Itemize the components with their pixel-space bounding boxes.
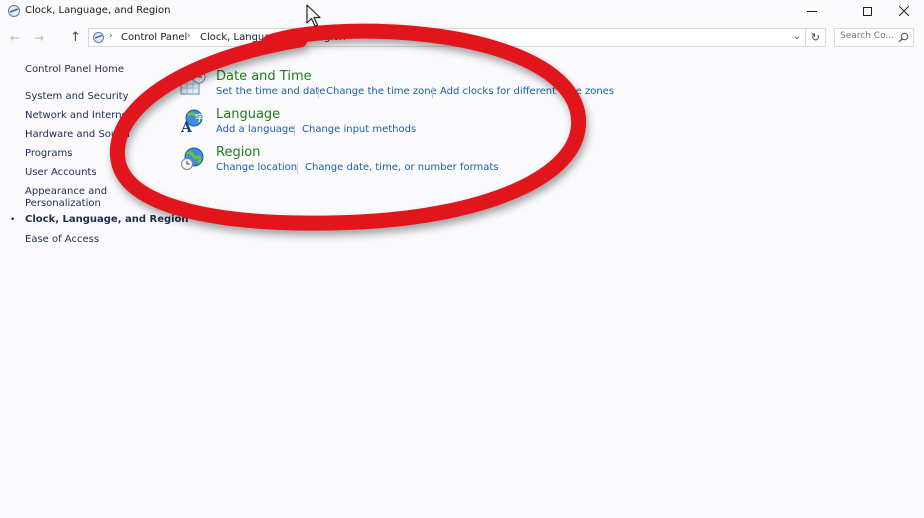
back-arrow-icon[interactable]: ←	[10, 31, 20, 45]
breadcrumb-current[interactable]: Clock, Language, and Region	[200, 32, 345, 43]
control-panel-app-icon	[8, 5, 20, 17]
maximize-icon	[862, 6, 872, 16]
breadcrumb-chevron-icon[interactable]: ›	[187, 31, 191, 41]
minimize-button[interactable]	[790, 0, 834, 22]
refresh-icon: ↻	[810, 31, 821, 44]
sidebar-item-personalization[interactable]: Personalization	[25, 198, 101, 210]
change-formats-link[interactable]: Change date, time, or number formats	[305, 162, 499, 173]
change-location-link[interactable]: Change location	[216, 162, 297, 173]
navigation-bar: ← → ↑ › Control Panel › Clock, Language,…	[0, 26, 924, 50]
close-icon	[899, 6, 909, 16]
svg-text:字: 字	[195, 112, 204, 124]
window-title: Clock, Language, and Region	[25, 5, 171, 16]
link-divider	[432, 87, 433, 98]
annotation-circle-overlay	[109, 23, 587, 231]
sidebar-item-network-internet[interactable]: Network and Internet	[25, 110, 132, 122]
add-language-link[interactable]: Add a language	[216, 124, 294, 135]
close-button[interactable]	[884, 0, 924, 22]
control-panel-icon	[93, 32, 104, 43]
set-time-date-link[interactable]: Set the time and date	[216, 86, 326, 97]
svg-text:A: A	[180, 120, 193, 134]
add-clocks-link[interactable]: Add clocks for different time zones	[440, 86, 614, 97]
sidebar-item-control-panel-home[interactable]: Control Panel Home	[25, 64, 124, 76]
chevron-down-icon[interactable]: ⌄	[793, 31, 801, 42]
breadcrumb-chevron-icon[interactable]: ›	[109, 31, 113, 41]
title-bar: Clock, Language, and Region	[0, 0, 924, 24]
language-icon[interactable]: A 字	[180, 108, 206, 134]
sidebar-item-programs[interactable]: Programs	[25, 148, 72, 160]
link-divider	[297, 163, 298, 174]
sidebar-item-clock-language-region[interactable]: Clock, Language, and Region	[25, 214, 189, 226]
breadcrumb-chevron-icon[interactable]: ›	[331, 31, 335, 41]
sidebar-item-hardware-sound[interactable]: Hardware and Sound	[25, 129, 130, 141]
sidebar-item-user-accounts[interactable]: User Accounts	[25, 167, 97, 179]
forward-arrow-icon[interactable]: →	[34, 31, 44, 45]
region-title[interactable]: Region	[216, 145, 261, 160]
minimize-icon	[807, 10, 817, 12]
change-time-zone-link[interactable]: Change the time zone	[326, 86, 437, 97]
date-time-icon[interactable]	[180, 70, 206, 96]
link-divider	[294, 125, 295, 136]
address-bar[interactable]: › Control Panel › Clock, Language, and R…	[88, 28, 806, 47]
mouse-cursor-icon	[306, 4, 321, 27]
sidebar-item-system-security[interactable]: System and Security	[25, 91, 129, 103]
active-bullet-icon: •	[10, 215, 16, 225]
search-input[interactable]	[840, 31, 898, 41]
date-and-time-title[interactable]: Date and Time	[216, 69, 312, 84]
maximize-button[interactable]	[845, 0, 889, 22]
change-input-methods-link[interactable]: Change input methods	[302, 124, 416, 135]
sidebar-item-ease-of-access[interactable]: Ease of Access	[25, 234, 99, 246]
language-title[interactable]: Language	[216, 107, 280, 122]
link-divider	[318, 87, 319, 98]
search-box[interactable]	[834, 28, 914, 47]
region-globe-icon[interactable]	[180, 146, 206, 172]
sidebar-item-appearance[interactable]: Appearance and	[25, 186, 107, 198]
refresh-button[interactable]: ↻	[806, 28, 826, 47]
search-icon	[898, 32, 909, 43]
breadcrumb-control-panel[interactable]: Control Panel	[121, 32, 187, 43]
up-arrow-icon[interactable]: ↑	[70, 31, 81, 45]
